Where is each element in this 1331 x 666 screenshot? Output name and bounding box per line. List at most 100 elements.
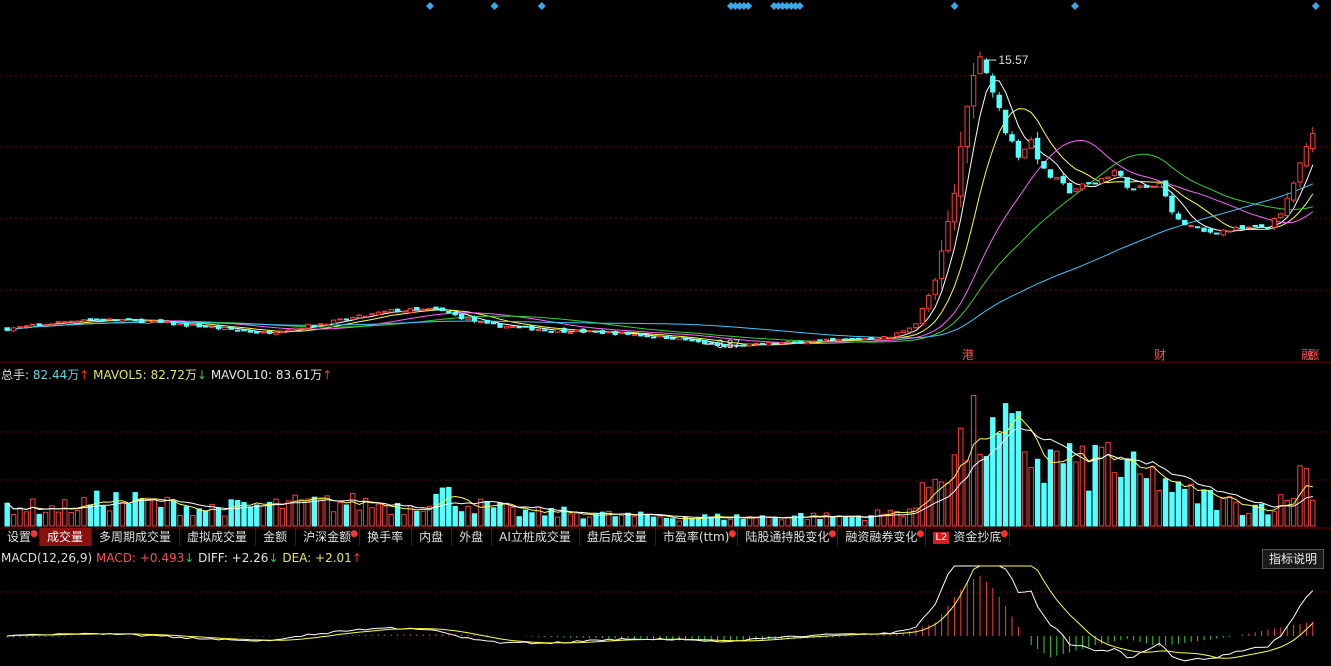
tab-inner-volume[interactable]: 内盘 bbox=[412, 528, 453, 546]
tab-pe-ttm[interactable]: 市盈率(ttm) ● bbox=[656, 528, 739, 546]
volume-bar bbox=[798, 512, 804, 527]
event-marker-label[interactable]: 港 bbox=[962, 348, 974, 362]
tab-amount[interactable]: 金额 bbox=[256, 528, 297, 546]
macd-histogram bbox=[6, 576, 1314, 657]
volume-bar bbox=[644, 514, 650, 527]
candle-body bbox=[798, 340, 804, 344]
candle-body bbox=[1162, 180, 1169, 197]
candle-body bbox=[4, 327, 10, 331]
candle-body bbox=[983, 59, 990, 73]
candle-body bbox=[311, 324, 318, 327]
candle-body bbox=[663, 336, 670, 339]
candle-body bbox=[164, 321, 170, 324]
candle-body bbox=[433, 306, 439, 310]
dea-label: DEA: bbox=[282, 551, 312, 565]
tab-virtual-volume[interactable]: 虚拟成交量 bbox=[180, 528, 257, 546]
signal-diamond-icon[interactable] bbox=[490, 2, 499, 10]
candle-body bbox=[561, 327, 567, 333]
tab-multi-period-volume[interactable]: 多周期成交量 bbox=[92, 528, 181, 546]
volume-bar bbox=[497, 502, 503, 527]
volume-bar bbox=[196, 508, 202, 527]
signal-diamond-icon[interactable] bbox=[537, 2, 546, 10]
volume-bar bbox=[1034, 458, 1041, 527]
signal-diamond-icon[interactable] bbox=[744, 2, 753, 10]
indicator-help-button[interactable]: 指标说明 bbox=[1261, 549, 1324, 569]
candle-body bbox=[74, 320, 81, 323]
signal-diamond-icon[interactable] bbox=[795, 2, 804, 10]
stock-chart-canvas[interactable]: 15.57 3.87 港财融涨 bbox=[0, 0, 1331, 666]
macd-label: MACD: bbox=[95, 551, 136, 565]
candle-body bbox=[426, 308, 433, 311]
candle-body bbox=[567, 331, 574, 334]
candle-body bbox=[388, 308, 394, 313]
volume-bar bbox=[433, 493, 439, 527]
volume-bar bbox=[766, 516, 772, 527]
volume-bar bbox=[446, 486, 452, 527]
volume-bar bbox=[1220, 497, 1226, 527]
tab-volume[interactable]: 成交量 bbox=[40, 528, 93, 546]
candle-body bbox=[522, 325, 529, 328]
volume-bar bbox=[465, 505, 471, 527]
volume-bar bbox=[542, 515, 548, 527]
candle-body bbox=[887, 336, 894, 339]
volume-bar bbox=[650, 516, 657, 527]
signal-diamond-icon[interactable] bbox=[426, 2, 434, 10]
volume-bar bbox=[1290, 498, 1297, 527]
candle-body bbox=[1034, 137, 1041, 160]
volume-bar bbox=[510, 506, 516, 527]
volume-bar bbox=[158, 506, 164, 527]
candle-body bbox=[1290, 182, 1297, 201]
tab-outer-volume[interactable]: 外盘 bbox=[452, 528, 493, 546]
candle-body bbox=[458, 313, 465, 320]
candle-body bbox=[279, 330, 286, 333]
candle-body bbox=[119, 319, 126, 322]
event-marker-label[interactable]: 财 bbox=[1154, 348, 1166, 362]
volume-bar bbox=[670, 518, 676, 527]
tab-label: 换手率 bbox=[367, 530, 404, 544]
tab-market-amount[interactable]: 沪深金额 ● bbox=[296, 528, 361, 546]
signal-diamond-icon[interactable] bbox=[950, 2, 959, 10]
candle-body bbox=[1150, 185, 1156, 188]
candle-body bbox=[1047, 169, 1054, 178]
volume-bar bbox=[1188, 483, 1194, 527]
volume-bar bbox=[516, 516, 522, 527]
volume-bar bbox=[958, 427, 964, 527]
event-marker-label[interactable]: 涨 bbox=[1308, 347, 1320, 362]
candle-body bbox=[817, 339, 823, 342]
volume-bar bbox=[887, 509, 894, 527]
candle-body bbox=[36, 323, 42, 326]
tab-fund-bottom[interactable]: L2 资金抄底 ● bbox=[926, 528, 1011, 546]
volume-bar bbox=[1156, 490, 1162, 527]
tab-margin-change[interactable]: 融资融券变化 ● bbox=[838, 528, 927, 546]
volume-bar bbox=[810, 512, 817, 527]
macd-lines bbox=[7, 565, 1314, 662]
volume-bar bbox=[855, 515, 862, 527]
tab-dot-icon: ● bbox=[30, 529, 39, 539]
volume-bar bbox=[836, 515, 842, 527]
tab-ai-volume[interactable]: AI立桩成交量 bbox=[492, 528, 580, 546]
candle-body bbox=[1188, 225, 1194, 228]
tab-after-hours-volume[interactable]: 盘后成交量 bbox=[580, 528, 656, 546]
candle-body bbox=[414, 307, 420, 310]
tab-turnover[interactable]: 换手率 bbox=[360, 528, 413, 546]
signal-diamond-icon[interactable] bbox=[1071, 2, 1079, 10]
volume-bar bbox=[1047, 449, 1054, 527]
volume-bar bbox=[945, 482, 951, 527]
tab-northbound-holdings[interactable]: 陆股通持股变化 ● bbox=[738, 528, 839, 546]
candle-body bbox=[1124, 177, 1130, 188]
candle-body bbox=[1009, 134, 1015, 142]
candle-body bbox=[1226, 230, 1233, 233]
candle-body bbox=[324, 323, 330, 326]
candle-body bbox=[900, 330, 906, 334]
diff-label: DIFF: bbox=[198, 551, 228, 565]
l2-badge: L2 bbox=[933, 532, 950, 544]
signal-diamond-icon[interactable] bbox=[1311, 2, 1320, 10]
volume-bar bbox=[87, 504, 94, 527]
candle-body bbox=[1054, 177, 1060, 180]
candle-body bbox=[10, 327, 17, 332]
volume-bar bbox=[42, 511, 49, 527]
volume-bar bbox=[714, 513, 721, 527]
volume-bar bbox=[1041, 482, 1047, 527]
tab-settings[interactable]: 设置 ● bbox=[0, 528, 41, 546]
volume-bar bbox=[273, 498, 279, 527]
